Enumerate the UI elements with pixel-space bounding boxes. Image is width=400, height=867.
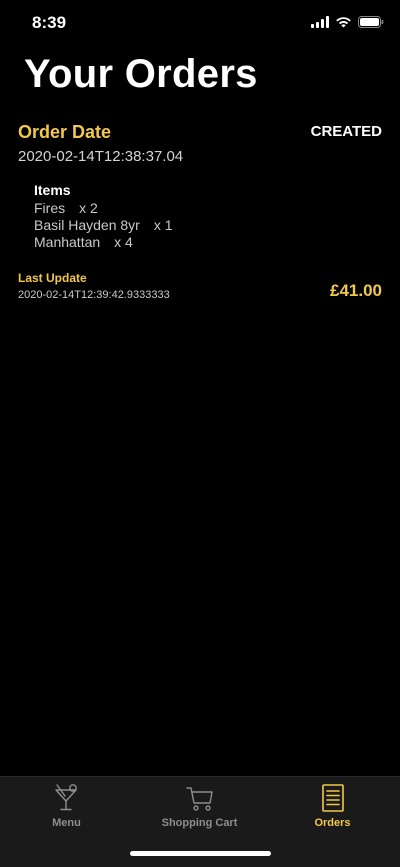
cocktail-glass-icon [52,783,82,813]
order-card[interactable]: Order Date CREATED 2020-02-14T12:38:37.0… [0,118,400,308]
item-quantity: x 4 [114,234,133,250]
order-items: Items Fires x 2 Basil Hayden 8yr x 1 Manha… [34,182,173,251]
items-heading: Items [34,182,71,198]
shopping-cart-icon [185,783,215,813]
tab-label: Menu [52,817,81,829]
battery-icon [358,15,384,33]
list-item: Fires x 2 [34,200,173,217]
list-item: Basil Hayden 8yr x 1 [34,217,173,234]
order-date-value: 2020-02-14T12:38:37.04 [18,148,184,165]
status-bar: 8:39 [0,0,400,48]
last-update-label: Last Update [18,271,87,285]
wifi-icon [335,15,352,33]
status-time: 8:39 [32,13,67,32]
home-indicator[interactable] [130,851,271,856]
receipt-list-icon [318,783,348,813]
status-icons [311,15,384,33]
cellular-signal-icon [311,15,329,33]
order-date-label: Order Date [18,122,112,142]
order-status-badge: CREATED [310,123,382,140]
tab-shopping-cart[interactable]: Shopping Cart [133,783,266,829]
item-name: Basil Hayden 8yr [34,217,140,233]
last-update-value: 2020-02-14T12:39:42.9333333 [18,289,170,301]
tab-orders[interactable]: Orders [266,783,399,829]
item-quantity: x 2 [79,200,98,216]
tab-menu[interactable]: Menu [0,783,133,829]
item-name: Manhattan [34,234,101,250]
tab-label: Orders [314,817,351,829]
list-item: Manhattan x 4 [34,234,173,251]
tab-label: Shopping Cart [161,817,238,829]
page-title: Your Orders [24,52,258,96]
item-name: Fires [34,200,66,216]
order-total: £41.00 [330,281,382,300]
item-quantity: x 1 [153,217,173,233]
